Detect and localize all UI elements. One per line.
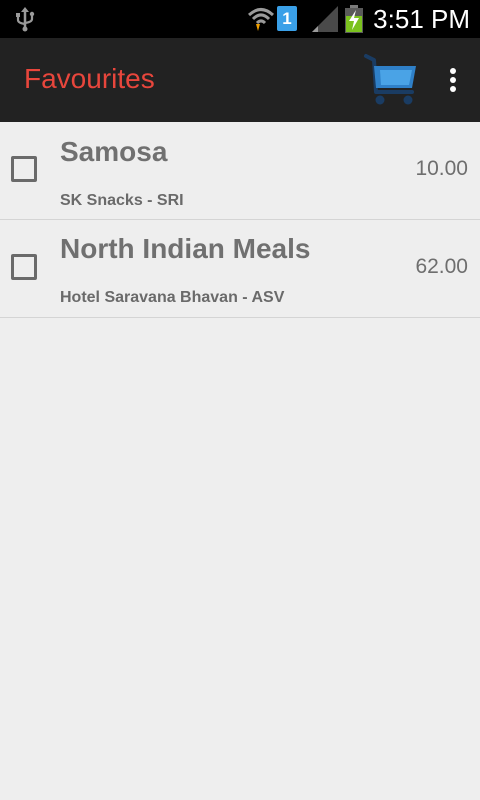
- cart-icon[interactable]: [360, 52, 420, 108]
- status-bar: 1 3:51 PM: [0, 0, 480, 38]
- overflow-dot: [450, 86, 456, 92]
- list-item[interactable]: North Indian Meals Hotel Saravana Bhavan…: [0, 220, 480, 318]
- item-price: 10.00: [415, 157, 468, 180]
- sim-slot-label: 1: [282, 9, 292, 28]
- sim-icon: 1: [277, 6, 297, 31]
- signal-icon: [312, 6, 338, 32]
- item-name: Samosa: [60, 136, 168, 167]
- action-bar: Favourites: [0, 38, 480, 122]
- usb-icon: [16, 7, 35, 32]
- battery-charging-icon: [345, 5, 363, 33]
- list-item[interactable]: Samosa SK Snacks - SRI 10.00: [0, 122, 480, 220]
- page-title: Favourites: [24, 63, 155, 94]
- favourites-list: Samosa SK Snacks - SRI 10.00 North India…: [0, 122, 480, 318]
- item-shop: SK Snacks - SRI: [60, 192, 184, 209]
- item-price: 62.00: [415, 255, 468, 278]
- favourite-checkbox[interactable]: [11, 156, 37, 182]
- overflow-dot: [450, 77, 456, 83]
- item-shop: Hotel Saravana Bhavan - ASV: [60, 289, 285, 306]
- status-time: 3:51 PM: [373, 4, 470, 34]
- item-name: North Indian Meals: [60, 233, 311, 264]
- favourite-checkbox[interactable]: [11, 254, 37, 280]
- overflow-dot: [450, 68, 456, 74]
- overflow-menu-icon[interactable]: [440, 58, 466, 102]
- wifi-icon: [247, 8, 275, 31]
